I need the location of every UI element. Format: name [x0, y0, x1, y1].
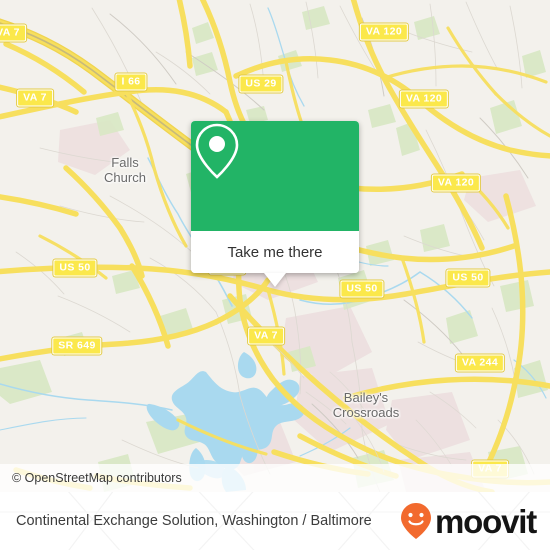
map-pin-icon [195, 123, 239, 179]
road-shield: VA 7 [0, 24, 26, 42]
place-label: Bailey's Crossroads [332, 390, 400, 420]
road-shield: US 29 [239, 75, 283, 93]
popup-card[interactable]: Take me there [191, 121, 359, 273]
road-shield: VA 120 [431, 174, 481, 192]
map-attribution-bar: © OpenStreetMap contributors [0, 464, 550, 492]
road-shield: VA 244 [455, 354, 505, 372]
place-label: Falls Church [104, 155, 146, 185]
road-shield-label: US 50 [452, 271, 484, 284]
osm-attribution-text[interactable]: © OpenStreetMap contributors [0, 471, 182, 485]
road-shield-label: VA 120 [405, 92, 443, 105]
moovit-logo[interactable]: moovit [399, 502, 537, 540]
road-shield: VA 120 [359, 23, 409, 41]
road-shield: VA 7 [248, 327, 284, 345]
road-shield-label: US 50 [346, 282, 378, 295]
road-shield: VA 7 [17, 89, 53, 107]
road-shield-label: I 66 [121, 75, 141, 88]
popup-image-area [191, 121, 359, 231]
road-shield: I 66 [115, 73, 147, 91]
road-shield: US 50 [340, 280, 384, 298]
road-shield-label: US 29 [245, 77, 277, 90]
road-shield-label: US 50 [59, 261, 91, 274]
road-shield: US 50 [53, 259, 97, 277]
map-canvas[interactable]: .rd { fill:none; stroke:#f7df5e; stroke-… [0, 0, 550, 492]
road-shield: SR 649 [52, 337, 102, 355]
road-shield-label: VA 120 [365, 25, 403, 38]
take-me-there-label: Take me there [227, 243, 323, 261]
road-shield-label: SR 649 [58, 339, 96, 352]
bottom-info-bar: Continental Exchange Solution, Washingto… [0, 492, 550, 550]
road-shield: US 50 [446, 269, 490, 287]
road-shield: VA 120 [399, 90, 449, 108]
road-shield-label: VA 120 [437, 176, 475, 189]
map-screenshot: .rd { fill:none; stroke:#f7df5e; stroke-… [0, 0, 550, 550]
moovit-wordmark: moovit [435, 502, 537, 540]
road-shield-label: VA 7 [254, 329, 278, 342]
road-shield-label: VA 7 [23, 91, 47, 104]
road-shield-label: VA 7 [0, 26, 20, 39]
page-title: Continental Exchange Solution, Washingto… [16, 512, 372, 529]
destination-popup[interactable]: Take me there [191, 121, 359, 287]
popup-action-footer[interactable]: Take me there [191, 231, 359, 273]
road-shield-label: VA 244 [461, 356, 499, 369]
popup-tail [264, 273, 286, 287]
moovit-pin-icon [401, 503, 432, 539]
